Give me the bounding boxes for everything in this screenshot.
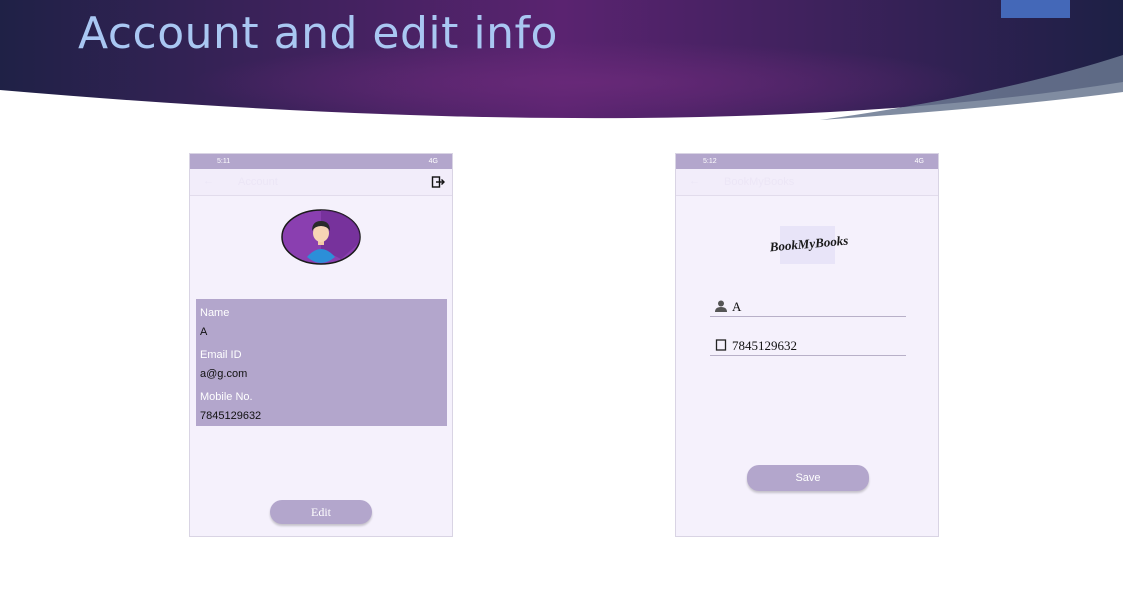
name-input[interactable]: A bbox=[710, 296, 906, 317]
corner-accent-box bbox=[1001, 0, 1070, 18]
status-bar: 5:12 4G bbox=[676, 154, 938, 169]
name-label: Name bbox=[200, 307, 230, 319]
status-bar: 5:11 4G bbox=[190, 154, 452, 169]
status-time: 5:12 bbox=[703, 158, 717, 165]
edit-button[interactable]: Edit bbox=[270, 500, 372, 524]
email-label: Email ID bbox=[200, 349, 242, 361]
logout-icon[interactable] bbox=[431, 175, 445, 189]
status-icons: 4G bbox=[428, 158, 438, 165]
slide-title: Account and edit info bbox=[78, 8, 558, 59]
phone-input[interactable]: 7845129632 bbox=[710, 335, 906, 356]
status-time: 5:11 bbox=[217, 158, 231, 165]
app-bar: ← BookMyBooks bbox=[676, 169, 938, 196]
person-icon bbox=[715, 300, 727, 312]
app-bar: ← Account bbox=[190, 169, 452, 196]
mobile-label: Mobile No. bbox=[200, 391, 253, 403]
name-input-value: A bbox=[732, 299, 742, 314]
save-button[interactable]: Save bbox=[747, 465, 869, 491]
account-info-panel: Name A Email ID a@g.com Mobile No. 78451… bbox=[196, 299, 447, 426]
email-value: a@g.com bbox=[200, 368, 248, 380]
phone-icon bbox=[715, 339, 727, 351]
name-value: A bbox=[200, 326, 208, 338]
back-arrow-icon[interactable]: ← bbox=[689, 175, 700, 187]
back-arrow-icon[interactable]: ← bbox=[203, 175, 214, 187]
phone-input-value: 7845129632 bbox=[732, 338, 797, 353]
edit-screen: 5:12 4G ← BookMyBooks BookMyBooks A 7845… bbox=[675, 153, 939, 537]
avatar bbox=[281, 209, 361, 265]
status-icons: 4G bbox=[914, 158, 924, 165]
account-screen: 5:11 4G ← Account Name A Email ID a@g.co… bbox=[189, 153, 453, 537]
app-bar-title: Account bbox=[238, 176, 278, 188]
app-bar-title: BookMyBooks bbox=[724, 176, 795, 188]
mobile-value: 7845129632 bbox=[200, 410, 262, 422]
